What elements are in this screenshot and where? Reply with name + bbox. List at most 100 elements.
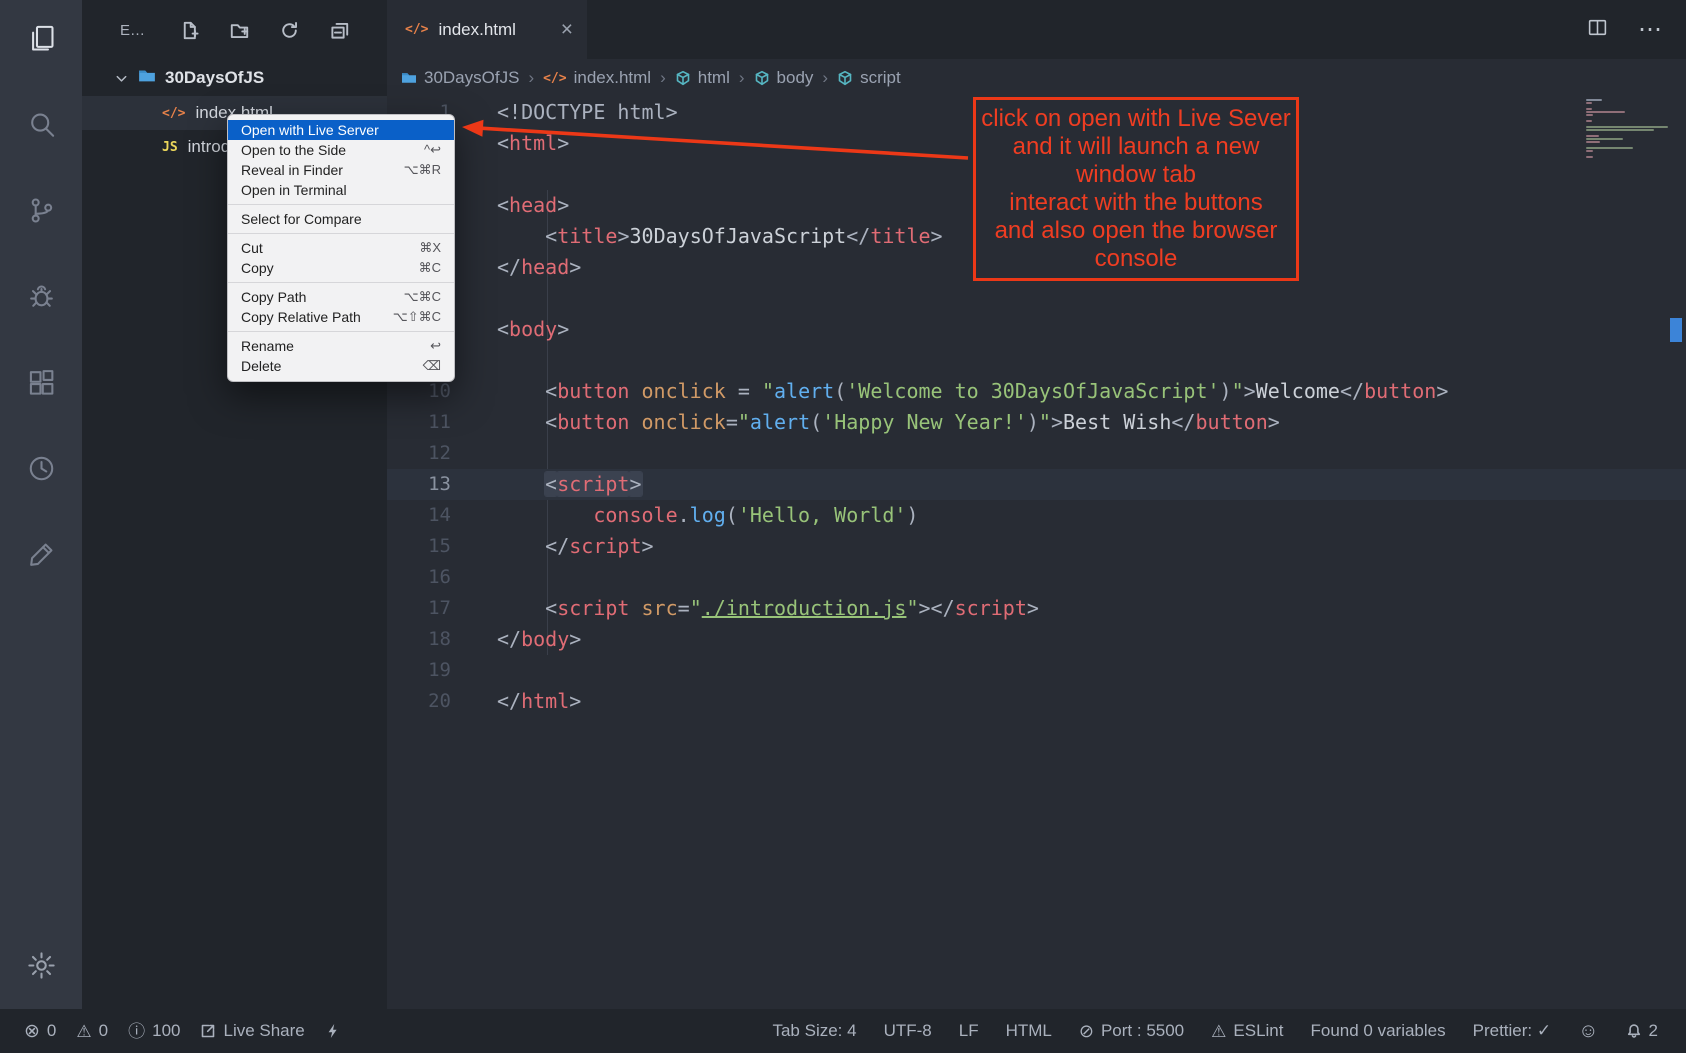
status-smiley[interactable]: ☺ [1578, 1021, 1598, 1041]
breadcrumb-separator: › [528, 68, 534, 88]
status-lf[interactable]: LF [959, 1021, 979, 1041]
menu-item-open-in-terminal[interactable]: Open in Terminal [228, 180, 454, 200]
code-line-10[interactable]: 10 <button onclick = "alert('Welcome to … [387, 376, 1686, 407]
symbol-icon [754, 70, 770, 86]
minimap-line [1586, 108, 1592, 110]
status-html[interactable]: HTML [1006, 1021, 1052, 1041]
minimap-line [1586, 105, 1670, 107]
new-folder-icon[interactable] [229, 20, 249, 40]
more-actions-icon[interactable]: ⋯ [1638, 15, 1662, 44]
minimap-line [1586, 156, 1593, 158]
folder-row-30daysofjs[interactable]: 30DaysOfJS [82, 60, 387, 96]
collapse-all-icon[interactable] [329, 20, 349, 40]
menu-item-select-for-compare[interactable]: Select for Compare [228, 209, 454, 229]
menu-item-reveal-in-finder[interactable]: Reveal in Finder⌥⌘R [228, 160, 454, 180]
status-found-0-variables[interactable]: Found 0 variables [1310, 1021, 1445, 1041]
minimap-line [1586, 111, 1625, 113]
tab-index-html[interactable]: </> index.html × [387, 0, 587, 59]
menu-item-rename[interactable]: Rename↩ [228, 336, 454, 356]
breadcrumbs: 30DaysOfJS›</>index.html›html›body›scrip… [387, 59, 1686, 97]
status-label: Live Share [223, 1021, 304, 1041]
status-utf-8[interactable]: UTF-8 [884, 1021, 932, 1041]
sidebar-toolbar [179, 20, 349, 40]
minimap-line [1586, 114, 1593, 116]
line-number: 13 [387, 469, 451, 500]
tab-title: index.html [438, 20, 515, 40]
line-number: 16 [387, 562, 451, 593]
status-warning[interactable]: ⚠0 [76, 1021, 108, 1041]
status-label: HTML [1006, 1021, 1052, 1041]
breadcrumb-index-html[interactable]: </>index.html [543, 68, 651, 88]
menu-item-open-to-the-side[interactable]: Open to the Side^↩ [228, 140, 454, 160]
line-number: 14 [387, 500, 451, 531]
menu-item-open-with-live-server[interactable]: Open with Live Server [228, 120, 454, 140]
annotation-line: console [1095, 245, 1178, 273]
code-line-8[interactable]: 8<body> [387, 314, 1686, 345]
breadcrumb-separator: › [822, 68, 828, 88]
status-label: LF [959, 1021, 979, 1041]
status-left: ⊗0 ⚠0 ⓘ100 Live Share [24, 1021, 341, 1041]
activity-bar [0, 0, 82, 1009]
editor-actions: ⋯ [1587, 0, 1662, 59]
code-line-20[interactable]: 20</html> [387, 686, 1686, 717]
code-line-9[interactable]: 9 [387, 345, 1686, 376]
status-label: Found 0 variables [1310, 1021, 1445, 1041]
menu-item-copy-path[interactable]: Copy Path⌥⌘C [228, 287, 454, 307]
code-line-16[interactable]: 16 [387, 562, 1686, 593]
code-line-18[interactable]: 18</body> [387, 624, 1686, 655]
code-line-11[interactable]: 11 <button onclick="alert('Happy New Yea… [387, 407, 1686, 438]
annotation-line: window tab [1076, 161, 1196, 189]
status-tab-size-4[interactable]: Tab Size: 4 [772, 1021, 856, 1041]
menu-item-delete[interactable]: Delete⌫ [228, 356, 454, 376]
split-editor-icon[interactable] [1587, 17, 1608, 43]
bolt-icon [325, 1023, 341, 1039]
code-line-19[interactable]: 19 [387, 655, 1686, 686]
status-warning[interactable]: ⚠ESLint [1211, 1021, 1283, 1041]
status-error[interactable]: ⊗0 [24, 1021, 56, 1041]
status-bell[interactable]: 2 [1626, 1021, 1658, 1041]
new-file-icon[interactable] [179, 20, 199, 40]
minimap-line [1586, 132, 1670, 134]
search-icon[interactable] [19, 102, 63, 146]
breadcrumb-body[interactable]: body [754, 68, 814, 88]
code-line-7[interactable]: 7 [387, 283, 1686, 314]
feedback-icon[interactable] [19, 532, 63, 576]
menu-item-copy[interactable]: Copy⌘C [228, 258, 454, 278]
status-info[interactable]: ⓘ100 [128, 1021, 180, 1041]
extensions-icon[interactable] [19, 360, 63, 404]
breadcrumb-script[interactable]: script [837, 68, 901, 88]
minimap[interactable] [1586, 99, 1670, 159]
code-line-15[interactable]: 15 </script> [387, 531, 1686, 562]
js-file-icon: JS [162, 140, 178, 155]
code-line-13[interactable]: 13 <script> [387, 469, 1686, 500]
settings-gear-icon[interactable] [19, 943, 63, 987]
line-number: 12 [387, 438, 451, 469]
status-port[interactable]: ⊘Port : 5500 [1079, 1021, 1184, 1041]
menu-item-copy-relative-path[interactable]: Copy Relative Path⌥⇧⌘C [228, 307, 454, 327]
minimap-line [1586, 117, 1670, 119]
minimap-line [1586, 141, 1600, 143]
source-control-icon[interactable] [19, 188, 63, 232]
breadcrumb-label: html [698, 68, 730, 88]
annotation-box: click on open with Live Severand it will… [973, 97, 1299, 281]
explorer-icon[interactable] [19, 16, 63, 60]
annotation-line: and also open the browser [995, 217, 1278, 245]
code-line-17[interactable]: 17 <script src="./introduction.js"></scr… [387, 593, 1686, 624]
code-line-12[interactable]: 12 [387, 438, 1686, 469]
status-bolt[interactable] [325, 1023, 341, 1039]
status-prettier[interactable]: Prettier: ✓ [1473, 1021, 1551, 1041]
annotation-line: and it will launch a new [1013, 133, 1260, 161]
status-live-share[interactable]: Live Share [200, 1021, 304, 1041]
tab-close-icon[interactable]: × [561, 19, 573, 40]
debug-icon[interactable] [19, 274, 63, 318]
menu-item-cut[interactable]: Cut⌘X [228, 238, 454, 258]
explorer-header: E… [82, 0, 387, 60]
line-number: 18 [387, 624, 451, 655]
breadcrumb-30daysofjs[interactable]: 30DaysOfJS [401, 68, 519, 88]
breadcrumb-html[interactable]: html [675, 68, 730, 88]
refresh-icon[interactable] [279, 20, 299, 40]
bell-icon [1626, 1023, 1642, 1039]
code-line-14[interactable]: 14 console.log('Hello, World') [387, 500, 1686, 531]
history-icon[interactable] [19, 446, 63, 490]
minimap-line [1586, 135, 1599, 137]
